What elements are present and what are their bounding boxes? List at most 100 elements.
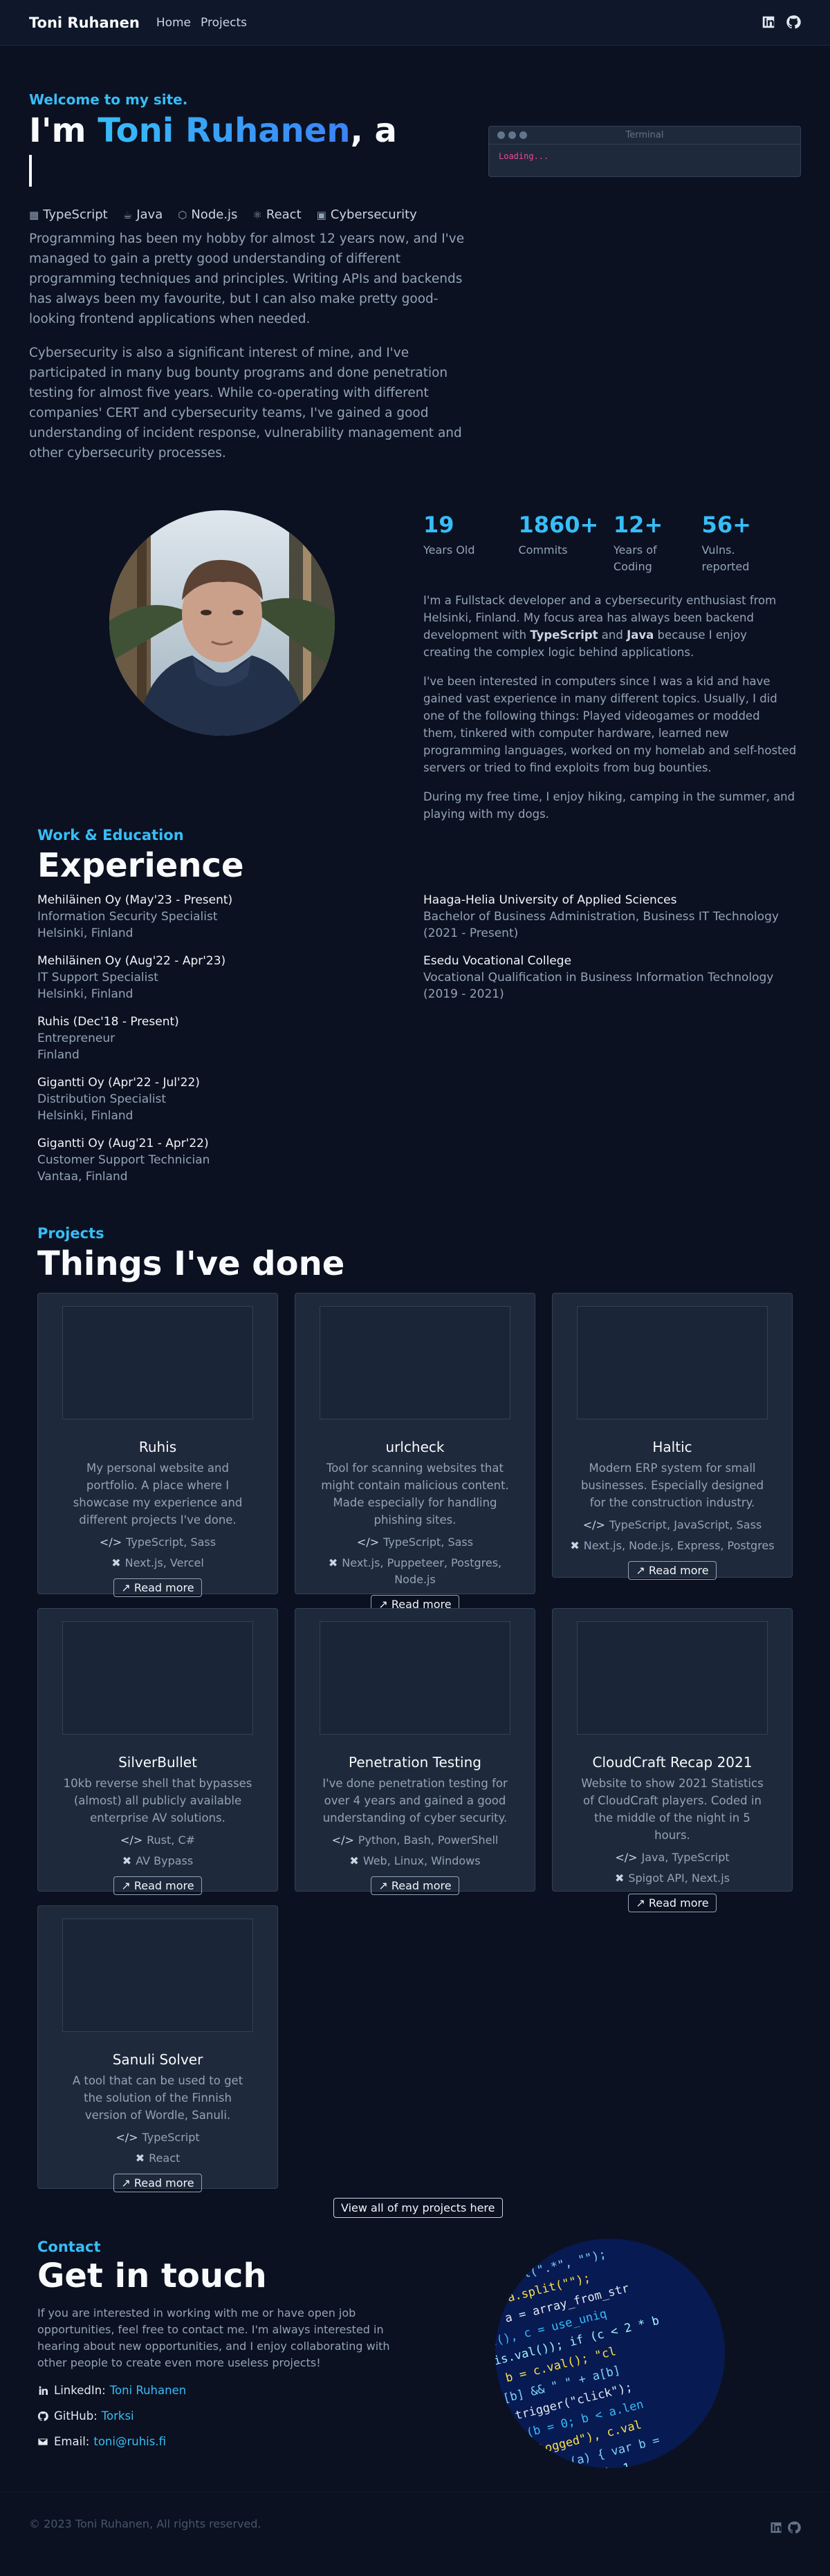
stat-commits: 1860+ Commits	[518, 512, 599, 557]
project-thumbnail	[577, 1306, 768, 1419]
hero-section: Welcome to my site. I'm Toni Ruhanen, a …	[29, 91, 472, 463]
work-item: Mehiläinen Oy (May'23 - Present) Informat…	[37, 893, 233, 940]
project-name: CloudCraft Recap 2021	[592, 1754, 753, 1771]
contact-kicker: Contact	[37, 2239, 101, 2255]
read-more-button[interactable]: ↗ Read more	[113, 1876, 202, 1895]
tech-react: ⚛ React	[252, 207, 302, 222]
project-languages: </> Java, TypeScript	[615, 1851, 730, 1864]
headline-suffix: , a	[350, 111, 397, 150]
tools-icon: ✖	[122, 1854, 132, 1867]
about-paragraph-2: I've been interested in computers since …	[423, 675, 797, 774]
tech-nodejs: ⬡ Node.js	[178, 207, 238, 222]
contact-section: Contact Get in touch If you are interest…	[37, 2239, 411, 2448]
contact-title: Get in touch	[37, 2257, 267, 2295]
profile-photo	[109, 510, 335, 736]
stat-years-coding: 12+ Years of Coding	[613, 512, 663, 573]
external-link-icon: ↗	[121, 2176, 131, 2190]
linkedin-link[interactable]: Toni Ruhanen	[110, 2384, 186, 2397]
project-languages: </> TypeScript, JavaScript, Sass	[582, 1518, 762, 1531]
project-description: A tool that can be used to get the solut…	[72, 2074, 243, 2122]
project-languages: </> TypeScript, Sass	[356, 1536, 474, 1549]
work-item: Gigantti Oy (Apr'22 - Jul'22) Distributio…	[37, 1076, 200, 1123]
terminal-output: Loading...	[499, 151, 549, 161]
nav-link-home[interactable]: Home	[156, 16, 191, 30]
java-icon: ☕	[122, 209, 133, 221]
terminal-titlebar: Terminal	[489, 127, 800, 144]
read-more-button[interactable]: ↗ Read more	[113, 2174, 202, 2192]
project-tools: ✖ Next.js, Node.js, Express, Postgres	[570, 1539, 775, 1552]
contact-text: If you are interested in working with me…	[37, 2306, 390, 2369]
contact-linkedin: LinkedIn: Toni Ruhanen	[37, 2384, 411, 2397]
projects-heading: Projects Things I've done	[37, 1225, 344, 1283]
github-icon	[37, 2411, 48, 2421]
mail-icon	[38, 2438, 48, 2445]
github-link[interactable]: Torksi	[102, 2409, 134, 2423]
project-tools: ✖ Next.js, Vercel	[111, 1556, 204, 1569]
copyright-text: © 2023 Toni Ruhanen, All rights reserved…	[29, 2517, 261, 2530]
contact-github: GitHub: Torksi	[37, 2409, 411, 2423]
view-all-projects-button[interactable]: View all of my projects here	[333, 2198, 503, 2218]
footer-social-icons	[769, 2521, 801, 2535]
project-description: Website to show 2021 Statistics of Cloud…	[581, 1777, 764, 1842]
project-card-cloudcraft: CloudCraft Recap 2021 Website to show 20…	[552, 1608, 793, 1912]
experience-kicker: Work & Education	[37, 827, 184, 843]
project-thumbnail	[62, 1306, 253, 1419]
read-more-button[interactable]: ↗ Read more	[628, 1894, 717, 1912]
read-more-button[interactable]: ↗ Read more	[371, 1876, 459, 1895]
code-icon: </>	[615, 1851, 638, 1864]
project-thumbnail	[62, 1621, 253, 1735]
code-icon: </>	[116, 2131, 138, 2144]
linkedin-icon[interactable]	[769, 2521, 783, 2535]
project-name: Ruhis	[138, 1439, 177, 1455]
hero-paragraph-1: Programming has been my hobby for almost…	[29, 232, 465, 326]
project-name: Haltic	[652, 1439, 692, 1455]
tools-icon: ✖	[349, 1854, 359, 1867]
experience-title: Experience	[37, 846, 244, 885]
project-tools: ✖ Web, Linux, Windows	[349, 1854, 481, 1867]
projects-kicker: Projects	[37, 1225, 104, 1242]
hero-headline: I'm Toni Ruhanen, a	[29, 111, 472, 151]
brand-link[interactable]: Toni Ruhanen	[29, 15, 140, 31]
tech-typescript: ▦ TypeScript	[29, 207, 108, 222]
email-link[interactable]: toni@ruhis.fi	[93, 2435, 166, 2448]
project-name: Sanuli Solver	[112, 2051, 203, 2068]
tech-cybersecurity: ▣ Cybersecurity	[316, 207, 417, 222]
stat-vulns: 56+ Vulns. reported	[701, 512, 751, 573]
project-name: Penetration Testing	[349, 1754, 481, 1771]
nav-link-projects[interactable]: Projects	[201, 16, 247, 30]
linkedin-icon	[39, 2386, 48, 2395]
about-paragraph-1: I'm a Fullstack developer and a cybersec…	[423, 594, 777, 659]
github-icon[interactable]	[786, 15, 801, 30]
typescript-icon: ▦	[29, 209, 39, 221]
read-more-button[interactable]: ↗ Read more	[628, 1561, 717, 1580]
github-icon[interactable]	[787, 2521, 801, 2535]
nav-social-icons	[761, 15, 801, 30]
hero-kicker: Welcome to my site.	[29, 91, 188, 108]
work-list: Mehiläinen Oy (May'23 - Present) Informat…	[37, 892, 411, 1196]
education-list: Haaga-Helia University of Applied Scienc…	[423, 892, 797, 1014]
stat-age: 19 Years Old	[423, 512, 475, 557]
project-thumbnail	[62, 1919, 253, 2032]
education-item: Haaga-Helia University of Applied Scienc…	[423, 893, 779, 940]
project-thumbnail	[577, 1621, 768, 1735]
project-card-urlcheck: urlcheck Tool for scanning websites that…	[295, 1293, 535, 1614]
tools-icon: ✖	[614, 1872, 625, 1885]
linkedin-icon[interactable]	[761, 15, 776, 30]
project-languages: </> Python, Bash, PowerShell	[331, 1833, 499, 1847]
about-paragraph-3: During my free time, I enjoy hiking, cam…	[423, 790, 795, 821]
contact-email: Email: toni@ruhis.fi	[37, 2435, 411, 2448]
project-languages: </> TypeScript, Sass	[99, 1536, 216, 1549]
nodejs-icon: ⬡	[178, 209, 187, 221]
about-text: I'm a Fullstack developer and a cybersec…	[423, 592, 797, 834]
lock-icon: ▣	[316, 209, 326, 221]
code-icon: </>	[582, 1518, 605, 1531]
tools-icon: ✖	[570, 1539, 580, 1552]
project-card-sanuli-solver: Sanuli Solver A tool that can be used to…	[37, 1905, 278, 2192]
read-more-button[interactable]: ↗ Read more	[113, 1578, 202, 1597]
code-icon: </>	[356, 1536, 380, 1549]
education-item: Esedu Vocational College Vocational Quali…	[423, 954, 774, 1001]
project-thumbnail	[320, 1306, 510, 1419]
external-link-icon: ↗	[378, 1879, 388, 1892]
tools-icon: ✖	[328, 1556, 338, 1569]
external-link-icon: ↗	[121, 1581, 131, 1594]
